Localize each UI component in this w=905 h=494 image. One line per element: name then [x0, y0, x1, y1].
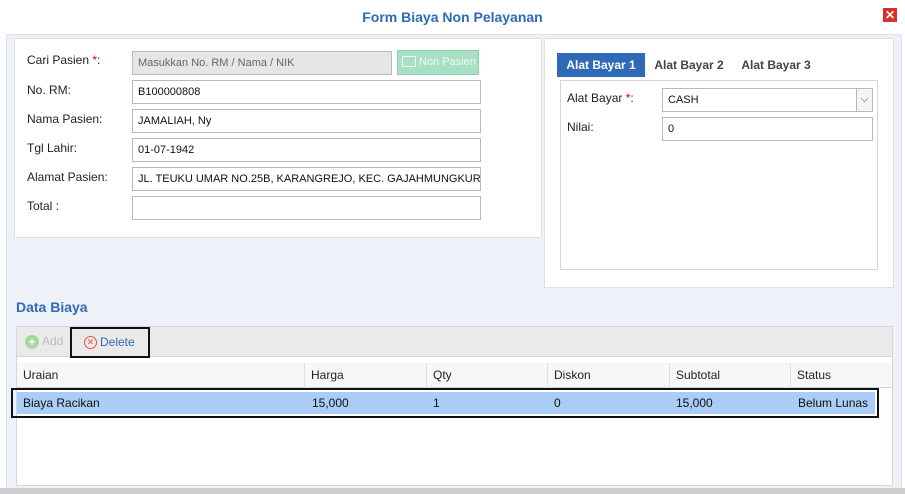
id-card-icon [402, 55, 416, 67]
alamat-pasien-field[interactable]: JL. TEUKU UMAR NO.25B, KARANGREJO, KEC. … [132, 167, 481, 191]
cari-pasien-placeholder: Masukkan No. RM / Nama / NIK [138, 57, 295, 69]
alat-bayar-label-text: Alat Bayar [567, 91, 623, 105]
col-subtotal[interactable]: Subtotal [669, 363, 791, 388]
col-harga[interactable]: Harga [304, 363, 426, 388]
no-rm-label: No. RM: [27, 83, 72, 97]
alamat-pasien-label: Alamat Pasien: [27, 170, 108, 184]
tgl-lahir-value: 01-07-1942 [138, 144, 195, 156]
no-rm-value: B100000808 [138, 86, 201, 98]
tab-alat-bayar-1[interactable]: Alat Bayar 1 [557, 53, 645, 77]
alat-bayar-value: CASH [668, 94, 699, 106]
nama-pasien-field[interactable]: JAMALIAH, Ny [132, 109, 481, 133]
tgl-lahir-label: Tgl Lahir: [27, 141, 78, 155]
alat-bayar-select[interactable]: CASH ⌵ [662, 88, 873, 112]
no-rm-field[interactable]: B100000808 [132, 80, 481, 104]
total-field[interactable] [132, 196, 481, 220]
nilai-label: Nilai: [567, 120, 594, 134]
tab-alat-bayar-2[interactable]: Alat Bayar 2 [648, 53, 730, 77]
close-icon: ✕ [884, 8, 896, 22]
add-button[interactable]: + Add [25, 333, 63, 349]
cari-pasien-input[interactable]: Masukkan No. RM / Nama / NIK [132, 51, 392, 75]
label-suffix: : [630, 91, 634, 105]
close-button[interactable]: ✕ [883, 8, 897, 22]
total-label: Total : [27, 199, 60, 213]
nama-pasien-label: Nama Pasien: [27, 112, 103, 126]
col-diskon[interactable]: Diskon [547, 363, 669, 388]
non-pasien-button[interactable]: Non Pasien [397, 50, 479, 75]
alamat-pasien-value: JL. TEUKU UMAR NO.25B, KARANGREJO, KEC. … [138, 173, 481, 185]
alat-bayar-label: Alat Bayar *: [567, 91, 634, 105]
annotation-box-delete [70, 327, 150, 358]
add-label: Add [42, 334, 64, 348]
nama-pasien-value: JAMALIAH, Ny [138, 115, 212, 127]
tgl-lahir-field[interactable]: 01-07-1942 [132, 138, 481, 162]
non-pasien-label: Non Pasien [419, 56, 476, 68]
col-status[interactable]: Status [790, 363, 892, 388]
plus-icon: + [25, 334, 39, 349]
chevron-down-icon[interactable]: ⌵ [856, 89, 872, 111]
window-title: Form Biaya Non Pelayanan [362, 9, 543, 25]
cari-pasien-label-text: Cari Pasien [27, 53, 90, 67]
data-biaya-title: Data Biaya [16, 299, 88, 315]
nilai-value: 0 [668, 123, 675, 135]
label-suffix: : [97, 53, 101, 67]
col-uraian[interactable]: Uraian [17, 363, 307, 388]
annotation-box-row [11, 388, 879, 418]
cari-pasien-label: Cari Pasien *: [27, 53, 100, 67]
col-qty[interactable]: Qty [426, 363, 548, 388]
tab-alat-bayar-3[interactable]: Alat Bayar 3 [734, 53, 818, 77]
horizontal-scrollbar[interactable] [0, 488, 905, 494]
nilai-field[interactable]: 0 [662, 117, 873, 141]
